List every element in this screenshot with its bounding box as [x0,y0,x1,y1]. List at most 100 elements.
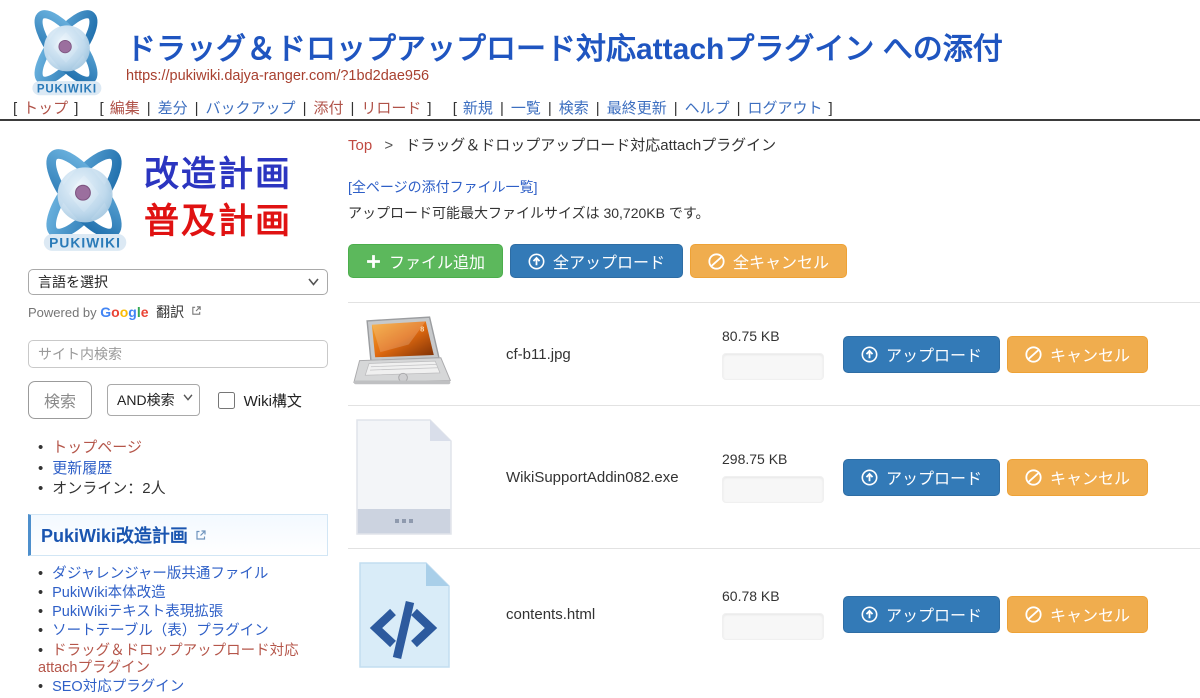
banner-line1: 改造計画 [144,151,292,198]
nav-diff[interactable]: 差分 [158,100,188,117]
sidebar-item-sort-table[interactable]: ソートテーブル（表）プラグイン [52,623,269,639]
bracket: [ [100,100,104,117]
top-navigation: [ トップ] [ 編集 | 差分 | バックアップ | 添付 | リロード] [ 新規 | 一覧 | 検索 | 最… [10,97,836,118]
chevron-down-icon [308,278,319,286]
separator: | [147,100,151,117]
list-item: PukiWikiテキスト表現拡張 [38,604,328,621]
sidebar-plugin-links: ダジャレンジャー版共通ファイル PukiWiki本体改造 PukiWikiテキス… [28,566,328,696]
chevron-down-icon [183,394,193,401]
bracket: ] [427,100,431,117]
sidebar-item-body-mod[interactable]: PukiWiki本体改造 [52,585,166,601]
nav-help[interactable]: ヘルプ [685,100,730,117]
site-search-input[interactable] [28,340,328,368]
ban-icon [1025,606,1042,623]
file-row: WikiSupportAddin082.exe 298.75 KB アップロード… [348,405,1200,548]
generic-file-icon [348,417,460,537]
separator: | [350,100,354,117]
upload-button[interactable]: アップロード [843,336,1000,373]
file-name: WikiSupportAddin082.exe [460,469,722,486]
nav-recent[interactable]: 最終更新 [607,100,667,117]
separator: | [596,100,600,117]
nav-logout[interactable]: ログアウト [748,100,823,117]
page-url-link[interactable]: https://pukiwiki.dajya-ranger.com/?1bd2d… [126,68,429,84]
nav-top[interactable]: トップ [23,100,68,117]
upload-all-button[interactable]: 全アップロード [510,244,683,278]
sidebar-item-dnd-attach[interactable]: ドラッグ＆ドロップアップロード対応attachプラグイン [38,643,299,676]
bracket: [ [453,100,457,117]
file-row: contents.html 60.78 KB アップロード キャンセル [348,548,1200,679]
external-link-icon [191,305,202,316]
separator: | [674,100,678,117]
upload-file-list: 8 cf-b11.jpg 80.75 KB ア [348,302,1200,679]
separator: | [500,100,504,117]
breadcrumb-home-link[interactable]: Top [348,137,372,154]
upload-button[interactable]: アップロード [843,596,1000,633]
breadcrumb-separator: > [384,137,393,154]
list-item: オンライン：2人 [38,480,328,498]
nav-reload[interactable]: リロード [361,100,421,117]
nav-list[interactable]: 一覧 [511,100,541,117]
cancel-all-button[interactable]: 全キャンセル [690,244,847,278]
banner-line2: 普及計画 [144,198,292,245]
nav-search[interactable]: 検索 [559,100,589,117]
language-select[interactable]: 言語を選択 [28,269,328,295]
google-translate-link[interactable]: 翻訳 [156,304,184,320]
search-mode-select[interactable]: AND検索 [107,384,200,416]
sidebar-item-top-page[interactable]: トップページ [52,439,142,456]
list-item: ドラッグ＆ドロップアップロード対応attachプラグイン [38,643,328,677]
file-name: contents.html [460,606,722,623]
file-size: 298.75 KB [722,451,827,467]
upload-progress-bar [722,476,824,503]
arrow-circle-up-icon [861,469,878,486]
nav-edit[interactable]: 編集 [110,100,140,117]
separator: | [548,100,552,117]
external-link-icon [195,529,207,541]
svg-text:PUKIWIKI: PUKIWIKI [49,236,121,251]
sidebar-item-common-files[interactable]: ダジャレンジャー版共通ファイル [52,566,268,582]
pukiwiki-atom-icon: PUKIWIKI [28,143,140,253]
cancel-button[interactable]: キャンセル [1007,336,1148,373]
list-item: トップページ [38,439,328,457]
bracket: ] [74,100,78,117]
list-item: ソートテーブル（表）プラグイン [38,623,328,640]
separator: | [303,100,307,117]
breadcrumb: Top > ドラッグ＆ドロップアップロード対応attachプラグイン [348,134,1200,155]
powered-by-google: Powered by Google 翻訳 [28,302,328,322]
ban-icon [1025,346,1042,363]
html-file-icon [348,560,460,668]
nav-attach[interactable]: 添付 [313,100,343,117]
all-attachments-link[interactable]: [全ページの添付ファイル一覧] [348,177,538,197]
file-name: cf-b11.jpg [460,346,722,363]
pukiwiki-logo[interactable]: PUKIWIKI [16,5,116,102]
cancel-button[interactable]: キャンセル [1007,459,1148,496]
sidebar-quick-links: トップページ 更新履歴 オンライン：2人 [28,439,328,498]
list-item: SEO対応プラグイン [38,679,328,696]
bracket: ] [829,100,833,117]
arrow-circle-up-icon [861,606,878,623]
sidebar-item-update-history[interactable]: 更新履歴 [52,460,112,477]
svg-text:8: 8 [420,324,424,333]
search-button[interactable]: 検索 [28,381,92,419]
online-count: オンライン：2人 [52,480,165,497]
upload-progress-bar [722,353,824,380]
wiki-syntax-checkbox[interactable] [218,392,235,409]
pukiwiki-kaizou-link[interactable]: PukiWiki改造計画 [41,526,188,546]
separator: | [737,100,741,117]
cancel-button[interactable]: キャンセル [1007,596,1148,633]
nav-backup[interactable]: バックアップ [206,100,296,117]
upload-button[interactable]: アップロード [843,459,1000,496]
main-content: Top > ドラッグ＆ドロップアップロード対応attachプラグイン [全ページ… [348,134,1200,679]
sidebar-banner[interactable]: PUKIWIKI 改造計画 普及計画 [28,143,328,253]
nav-new[interactable]: 新規 [463,100,493,117]
file-row: 8 cf-b11.jpg 80.75 KB ア [348,302,1200,405]
wiki-syntax-label: Wiki構文 [244,390,302,411]
page-header: PUKIWIKI ドラッグ＆ドロップアップロード対応attachプラグイン への… [0,0,1200,121]
bracket: [ [13,100,17,117]
plus-icon [366,254,381,269]
sidebar-item-text-ext[interactable]: PukiWikiテキスト表現拡張 [52,604,223,620]
page-title: ドラッグ＆ドロップアップロード対応attachプラグイン への添付 [126,24,1003,68]
sidebar-item-seo-plugin[interactable]: SEO対応プラグイン [52,679,184,695]
sidebar: PUKIWIKI 改造計画 普及計画 言語を選択 Powered by Goog… [28,143,328,698]
add-files-button[interactable]: ファイル追加 [348,244,503,278]
language-select-value: 言語を選択 [38,274,108,290]
